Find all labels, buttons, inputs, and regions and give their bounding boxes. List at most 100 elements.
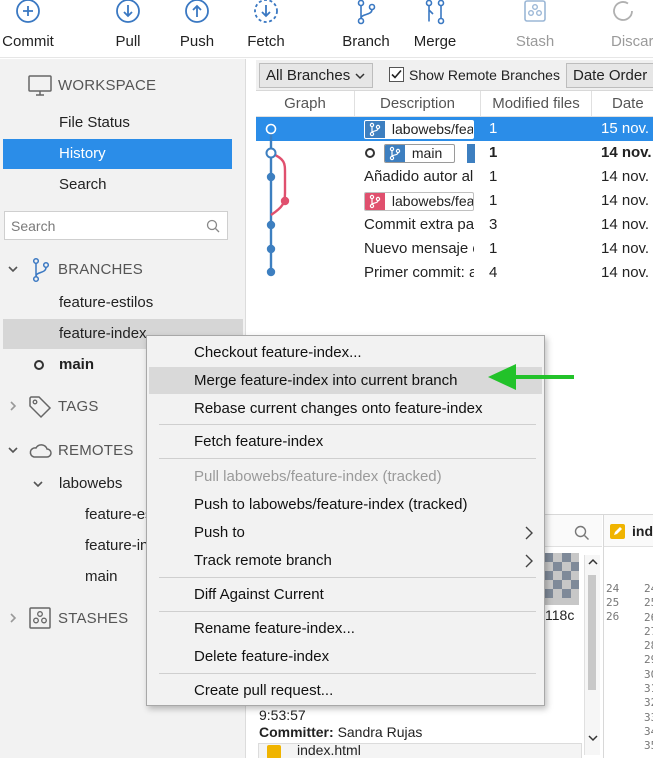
menu-fetch[interactable]: Fetch feature-index [149, 428, 542, 455]
stash-button[interactable]: Stash [511, 0, 559, 58]
history-column-header: Graph Description Modified files Date [256, 91, 653, 117]
menu-checkout[interactable]: Checkout feature-index... [149, 339, 542, 366]
line-number: 28 [644, 639, 653, 653]
sidebar-item-search[interactable]: Search [0, 170, 242, 200]
branch-tag-label: labowebs/feature-estilos [391, 193, 474, 209]
commit-description: Commit extra para pruebas [364, 216, 474, 233]
sidebar-branch-main-label: main [59, 356, 95, 373]
menu-rebase[interactable]: Rebase current changes onto feature-inde… [149, 395, 542, 422]
commit-description: Añadido autor al footer [364, 168, 474, 185]
commit-date: 14 nov. [601, 144, 652, 161]
menu-track-remote[interactable]: Track remote branch [149, 547, 542, 574]
sidebar-search [4, 211, 228, 240]
branch-tag: labowebs/feature-estilos [364, 192, 474, 211]
sidebar-item-file-status[interactable]: File Status [0, 108, 242, 138]
discard-button[interactable]: Discard [604, 0, 653, 58]
line-numbers-right: 24 25 26 27 28 29 30 31 32 33 34 35 [644, 582, 653, 754]
push-button[interactable]: Push [173, 0, 221, 58]
branches-title: BRANCHES [58, 261, 143, 278]
fetch-label: Fetch [247, 33, 285, 50]
commit-time: 9:53:57 [259, 707, 306, 723]
show-remote-checkbox[interactable] [389, 67, 404, 82]
commit-date: 14 nov. [601, 240, 650, 257]
scrollbar-thumb[interactable] [588, 575, 596, 690]
menu-separator [159, 424, 536, 425]
column-graph[interactable]: Graph [256, 91, 355, 117]
branch-tag-icon [365, 193, 385, 210]
menu-push-tracked[interactable]: Push to labowebs/feature-index (tracked) [149, 491, 542, 518]
menu-separator [159, 458, 536, 459]
commit-node [265, 147, 277, 159]
chevron-down-icon[interactable] [7, 263, 19, 278]
chevron-down-icon[interactable] [32, 478, 44, 490]
commit-hash-fragment: 118c [545, 607, 575, 623]
branch-filter-dropdown[interactable]: All Branches [259, 63, 373, 88]
sidebar-search-input[interactable] [5, 212, 195, 239]
checkmark-icon [391, 69, 402, 79]
branch-tag: main [384, 144, 455, 163]
branch-button[interactable]: Branch [338, 0, 394, 58]
order-dropdown[interactable]: Date Order [566, 63, 653, 88]
chevron-down-icon[interactable] [7, 444, 19, 459]
line-number: 34 [644, 724, 653, 738]
line-number: 25 [644, 596, 653, 610]
commit-icon [16, 0, 40, 23]
fetch-icon [254, 0, 278, 23]
tags-title: TAGS [58, 398, 99, 415]
show-remote-label: Show Remote Branches [409, 67, 560, 83]
menu-push-to-label: Push to [194, 524, 245, 541]
stash-icon [524, 0, 546, 22]
menu-pull-tracked[interactable]: Pull labowebs/feature-index (tracked) [149, 463, 542, 490]
stash-label: Stash [515, 33, 555, 50]
file-name: index.html [297, 742, 361, 758]
chevron-up-icon[interactable] [587, 557, 599, 567]
stash-icon [29, 607, 51, 629]
column-modified-files[interactable]: Modified files [481, 91, 592, 117]
menu-separator [159, 577, 536, 578]
chevron-down-icon[interactable] [587, 733, 599, 743]
diff-file-tab[interactable]: index [604, 515, 653, 547]
chevron-right-icon [525, 526, 533, 540]
committer-label: Committer: [259, 724, 334, 740]
workspace-title: WORKSPACE [58, 77, 157, 94]
commit-button[interactable]: Commit [0, 0, 56, 58]
menu-track-remote-label: Track remote branch [194, 552, 332, 569]
menu-merge-into-current[interactable]: Merge feature-index into current branch [149, 367, 542, 394]
modified-count: 4 [489, 264, 498, 281]
line-number: 24 [606, 582, 620, 595]
fetch-button[interactable]: Fetch [242, 0, 290, 58]
menu-create-pull-request[interactable]: Create pull request... [149, 677, 542, 704]
menu-delete[interactable]: Delete feature-index [149, 643, 542, 670]
workspace-header[interactable]: WORKSPACE [0, 71, 246, 101]
sidebar-item-history[interactable]: History [3, 139, 232, 169]
cloud-icon [29, 444, 52, 458]
remotes-title: REMOTES [58, 442, 134, 459]
merge-button[interactable]: Merge [409, 0, 461, 58]
chevron-right-icon[interactable] [7, 612, 19, 627]
search-icon[interactable] [574, 525, 590, 541]
menu-push-to[interactable]: Push to [149, 519, 542, 546]
column-date[interactable]: Date [592, 91, 653, 117]
commit-description: Nuevo mensaje en index [364, 240, 474, 257]
menu-diff-against-current[interactable]: Diff Against Current [149, 581, 542, 608]
chevron-right-icon[interactable] [7, 400, 19, 415]
push-label: Push [179, 33, 215, 50]
branch-tag: labowebs/feature-index [364, 120, 474, 139]
order-value: Date Order [573, 67, 648, 84]
file-list-item[interactable]: index.html [258, 742, 582, 758]
details-scrollbar[interactable] [584, 555, 600, 755]
modified-count: 3 [489, 216, 498, 233]
merge-icon [425, 0, 445, 25]
menu-rename[interactable]: Rename feature-index... [149, 615, 542, 642]
modified-count: 1 [489, 144, 498, 161]
pull-label: Pull [115, 33, 141, 50]
column-description[interactable]: Description [355, 91, 481, 117]
pull-button[interactable]: Pull [104, 0, 152, 58]
sidebar-branch-feature-estilos[interactable]: feature-estilos [0, 288, 242, 318]
search-icon[interactable] [206, 219, 220, 233]
line-number: 24 [644, 582, 653, 595]
line-number: 29 [644, 653, 653, 667]
commit-node [266, 244, 276, 254]
chevron-right-icon [525, 554, 533, 568]
branches-header[interactable]: BRANCHES [0, 255, 246, 285]
